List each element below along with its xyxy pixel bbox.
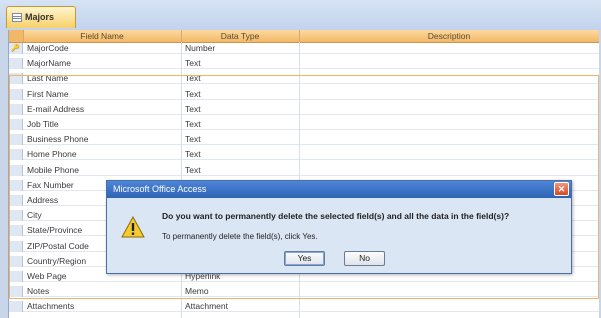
data-type-cell[interactable]: Number [185,43,295,54]
field-name-cell[interactable]: E-mail Address [27,104,177,115]
row-selector[interactable] [9,255,23,267]
table-row[interactable]: Notes Memo [9,286,599,298]
grid-header: Field Name Data Type Description [9,30,599,43]
field-name-cell[interactable]: Notes [27,286,177,297]
field-name-cell[interactable]: MajorName [27,58,177,69]
table-row[interactable]: Business Phone Text [9,134,599,146]
table-row[interactable]: E-mail Address Text [9,103,599,115]
row-selector[interactable]: 🔑 [9,43,23,54]
confirm-delete-dialog: Microsoft Office Access ✕ Do you want to… [106,180,572,274]
field-name-cell[interactable]: Attachments [27,301,177,312]
table-row[interactable]: Job Title Text [9,119,599,130]
data-type-cell[interactable]: Text [185,58,295,69]
data-type-cell[interactable]: Text [185,89,295,100]
dialog-question: Do you want to permanently delete the se… [162,211,510,221]
header-selector[interactable] [9,30,24,42]
row-selector[interactable] [9,301,23,313]
data-type-cell[interactable]: Text [185,104,295,115]
table-row[interactable]: Home Phone Text [9,149,599,161]
row-selector[interactable] [9,58,23,70]
header-data-type[interactable]: Data Type [181,30,300,42]
close-icon[interactable]: ✕ [554,182,569,196]
document-tab-strip: Majors [0,0,601,30]
row-selector[interactable] [9,73,23,85]
warning-icon [121,216,145,238]
dialog-title: Microsoft Office Access [113,184,207,194]
dialog-instruction: To permanently delete the field(s), clic… [162,232,318,241]
tab-majors[interactable]: Majors [6,6,76,28]
access-window: Majors Field Name Data Type Description … [0,0,601,318]
field-name-cell[interactable]: Job Title [27,119,177,130]
design-grid: Field Name Data Type Description 🔑 MajorC… [8,30,599,318]
row-selector[interactable] [9,271,23,282]
data-type-cell[interactable]: Text [185,119,295,130]
field-name-cell[interactable]: Last Name [27,73,177,84]
row-selector[interactable] [9,119,23,130]
row-selector[interactable] [9,164,23,176]
table-row[interactable]: MajorName Text [9,58,599,70]
tab-label: Majors [25,12,55,22]
row-selector[interactable] [9,240,23,252]
table-row[interactable]: 🔑 MajorCode Number [9,43,599,54]
table-row[interactable]: Attachments Attachment [9,301,599,313]
row-selector[interactable] [9,225,23,237]
field-name-cell[interactable]: Home Phone [27,149,177,160]
header-description[interactable]: Description [299,30,599,42]
table-row[interactable]: Mobile Phone Text [9,164,599,176]
data-type-cell[interactable]: Text [185,149,295,160]
row-selector[interactable] [9,149,23,161]
row-selector[interactable] [9,179,23,191]
yes-button[interactable]: Yes [284,251,325,266]
field-name-cell[interactable]: First Name [27,89,177,100]
no-button[interactable]: No [344,251,385,266]
row-selector[interactable] [9,286,23,298]
row-selector[interactable] [9,134,23,146]
data-type-cell[interactable]: Attachment [185,301,295,312]
row-selector[interactable] [9,103,23,115]
data-type-cell[interactable]: Text [185,73,295,84]
field-name-cell[interactable]: MajorCode [27,43,177,54]
data-type-cell[interactable]: Text [185,134,295,145]
table-icon [12,13,22,22]
row-selector[interactable] [9,210,23,222]
row-selector[interactable] [9,88,23,100]
data-type-cell[interactable]: Text [185,165,295,176]
data-type-cell[interactable]: Memo [185,286,295,297]
field-name-cell[interactable]: Mobile Phone [27,165,177,176]
header-field-name[interactable]: Field Name [23,30,182,42]
table-row[interactable]: First Name Text [9,88,599,100]
field-name-cell[interactable]: Business Phone [27,134,177,145]
table-row[interactable]: Last Name Text [9,73,599,85]
row-selector[interactable] [9,195,23,206]
dialog-titlebar[interactable]: Microsoft Office Access ✕ [107,181,571,198]
